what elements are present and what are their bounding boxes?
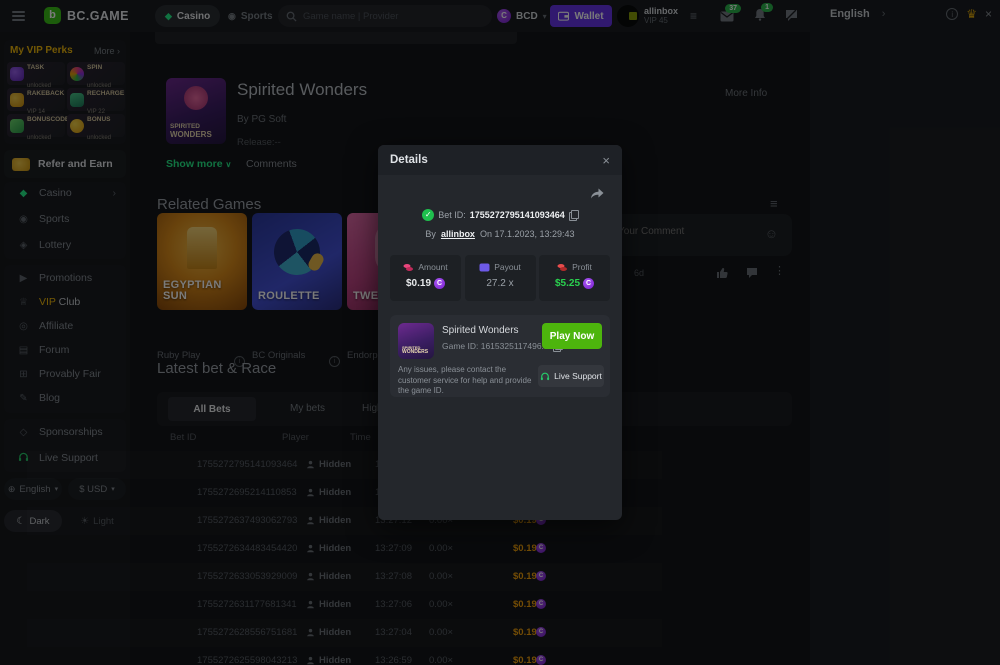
close-icon[interactable]: × (602, 153, 610, 168)
play-now-button[interactable]: Play Now (542, 323, 602, 349)
bet-details-modal: Details × ✓ Bet ID: 1755272795141093464 … (378, 145, 622, 520)
bcd-coin-icon (583, 278, 594, 289)
stat-payout: Payout 27.2 x (465, 255, 536, 301)
player-link[interactable]: allinbox (441, 229, 475, 239)
bcd-coin-icon (434, 278, 445, 289)
game-thumbnail: SPIRITEDWONDERS (398, 323, 434, 359)
modal-game-card: SPIRITEDWONDERS Spirited Wonders Game ID… (390, 315, 610, 397)
support-note: Any issues, please contact the customer … (398, 365, 536, 397)
profit-coins-icon (557, 263, 568, 272)
bc-game-app: b BC.GAME ◆ Casino ◉ Sports BCD ▾ Wallet (0, 0, 1000, 665)
modal-title: Details (390, 154, 428, 166)
share-icon[interactable] (590, 187, 604, 205)
modal-game-title: Spirited Wonders (442, 325, 519, 336)
bet-id-row: ✓ Bet ID: 1755272795141093464 (378, 209, 622, 221)
modal-header: Details × (378, 145, 622, 175)
live-support-button[interactable]: Live Support (538, 365, 604, 387)
bet-meta-row: By allinbox On 17.1.2023, 13:29:43 (378, 229, 622, 239)
stat-amount: Amount $0.19 (390, 255, 461, 301)
payout-wallet-icon (479, 263, 490, 272)
headset-icon (540, 372, 550, 381)
verified-shield-icon: ✓ (422, 209, 434, 221)
bet-id-value: 1755272795141093464 (470, 210, 565, 220)
amount-coins-icon (403, 263, 414, 272)
stat-profit: Profit $5.25 (539, 255, 610, 301)
game-id: Game ID: 1615325117496... (442, 341, 549, 351)
copy-icon[interactable] (569, 210, 578, 220)
